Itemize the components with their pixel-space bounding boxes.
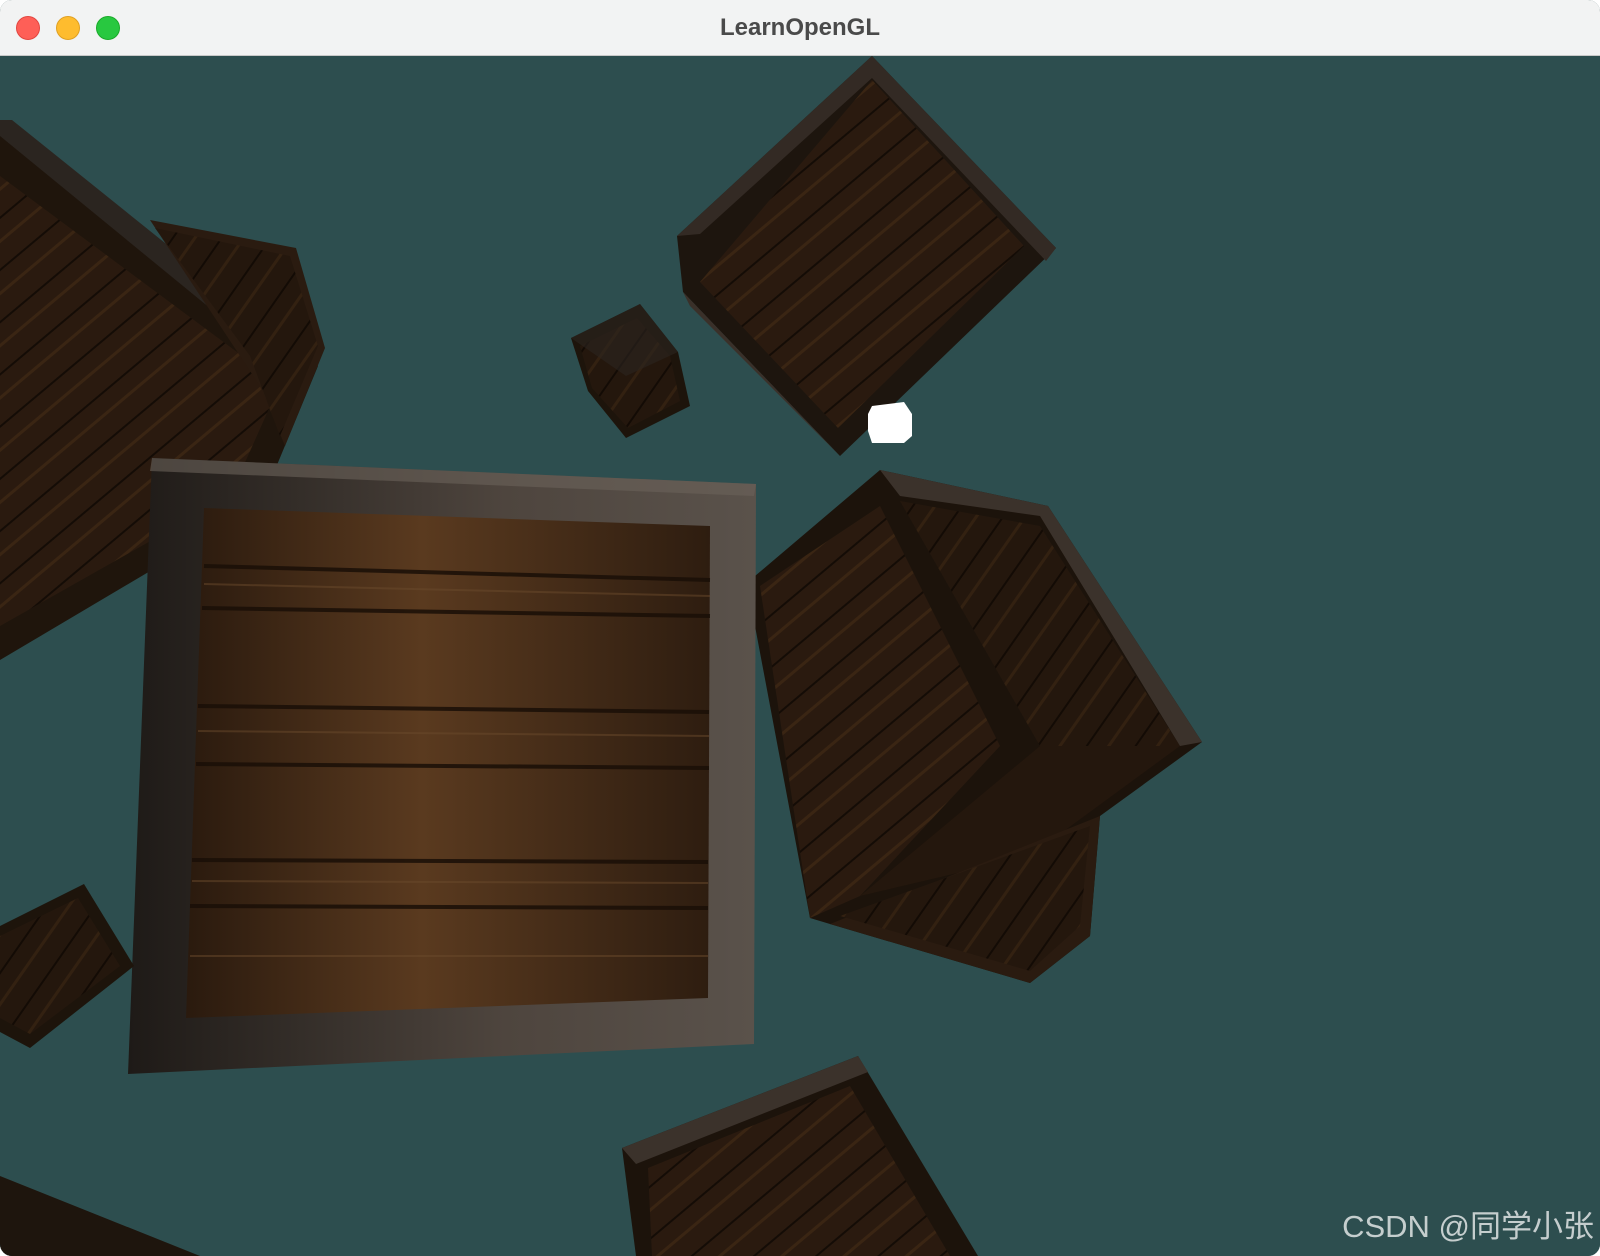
window-title: LearnOpenGL	[719, 14, 881, 41]
app-window: LearnOpenGL CSDN @同学小张	[0, 0, 1600, 1256]
scene-canvas	[0, 56, 1600, 1256]
opengl-viewport[interactable]: CSDN @同学小张	[0, 56, 1600, 1256]
crate-front-large	[128, 458, 756, 1074]
title-bar[interactable]: LearnOpenGL	[0, 0, 1600, 56]
light-cube	[868, 402, 912, 443]
watermark: CSDN @同学小张	[1342, 1209, 1594, 1244]
